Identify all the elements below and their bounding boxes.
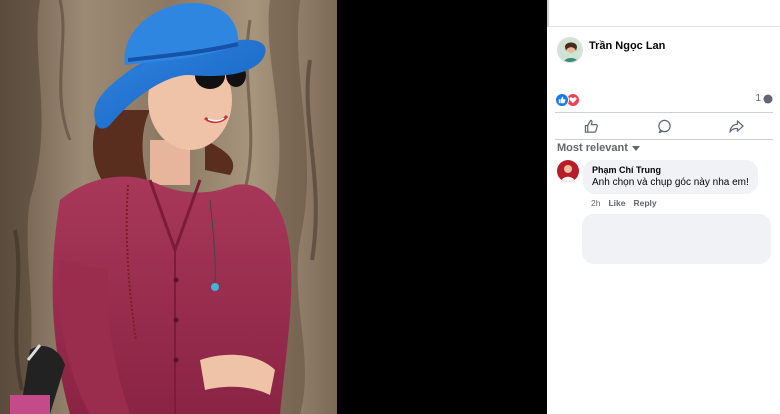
comment-reply-button[interactable]: Reply [633,198,656,208]
divider [555,139,773,140]
post-author[interactable]: Trần Ngọc Lan [557,37,665,63]
author-name[interactable]: Trần Ngọc Lan [589,40,665,52]
comment-count-value: 1 [755,93,761,104]
reactions-summary[interactable]: 1 [555,92,773,110]
share-button[interactable] [700,114,773,138]
like-icon [555,93,569,107]
post-details-panel: Trần Ngọc Lan 1 Most relevant Phạm Chí T… [547,0,780,414]
comment-count[interactable]: 1 [755,93,773,104]
caret-down-icon [631,145,640,151]
comment-icon [657,119,671,133]
post-actions [555,114,773,138]
commenter-avatar[interactable] [557,160,579,182]
comment-item: Phạm Chí Trung Anh chọn và chụp góc này … [557,160,758,208]
post-photo[interactable] [0,0,337,414]
commenter-name[interactable]: Phạm Chí Trung [592,165,749,175]
reply-placeholder-box[interactable] [582,214,771,264]
reaction-icons[interactable] [555,93,580,107]
comment-text: Anh chọn và chụp góc này nha em! [592,177,749,188]
comment-sort-dropdown[interactable]: Most relevant [557,142,640,154]
panel-header [547,0,780,27]
thumbs-up-icon [584,119,598,133]
sort-label: Most relevant [557,142,628,154]
comment-like-button[interactable]: Like [608,198,625,208]
comment-meta: 2h Like Reply [591,198,758,208]
comment-bubble: Phạm Chí Trung Anh chọn và chụp góc này … [583,160,758,194]
comment-time[interactable]: 2h [591,198,600,208]
share-icon [729,119,744,133]
like-button[interactable] [555,114,628,138]
comment-button[interactable] [628,114,701,138]
divider [555,112,773,113]
photo-viewer [0,0,547,414]
panel-edge [547,0,549,27]
comment-bubble-icon [763,94,773,103]
author-avatar[interactable] [557,37,583,63]
